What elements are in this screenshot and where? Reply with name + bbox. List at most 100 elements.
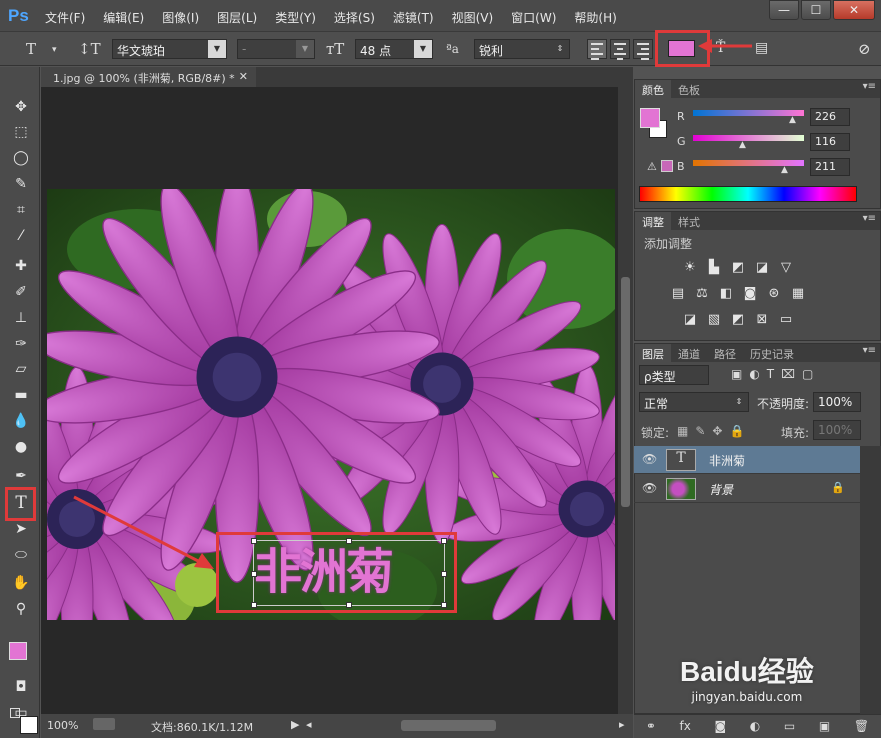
lock-icons[interactable]: ▦✎✥🔒: [677, 424, 751, 438]
font-family-select[interactable]: 华文琥珀 ▼: [112, 39, 227, 59]
curves-icon[interactable]: ◩: [729, 260, 747, 276]
layer-name[interactable]: 背景: [709, 481, 733, 498]
eyedropper-tool-icon[interactable]: ⁄: [10, 226, 32, 246]
tab-adjustments[interactable]: 调整: [635, 212, 671, 230]
status-menu-icon[interactable]: ▶: [291, 718, 299, 731]
preset-dropdown-icon[interactable]: ▾: [52, 45, 57, 55]
layers-scrollbar[interactable]: [860, 446, 881, 714]
hand-tool-icon[interactable]: ✋: [10, 573, 32, 593]
selective-color-icon[interactable]: ⊠: [753, 312, 771, 328]
ellipse-tool-icon[interactable]: ⬭: [10, 545, 32, 565]
move-tool-icon[interactable]: ✥: [10, 97, 32, 117]
layer-style-icon[interactable]: fx: [680, 719, 691, 738]
levels-icon[interactable]: ▙: [705, 260, 723, 276]
layer-filter-select[interactable]: ρ类型: [639, 365, 709, 385]
marquee-tool-icon[interactable]: ⬚: [10, 122, 32, 142]
threshold-icon[interactable]: ◩: [729, 312, 747, 328]
zoom-tool-icon[interactable]: ⚲: [10, 599, 32, 619]
quick-mask-icon[interactable]: ◘: [10, 677, 32, 697]
scroll-left-icon[interactable]: ◂: [306, 718, 312, 731]
panel-menu-icon[interactable]: ▾≡: [863, 81, 876, 92]
tab-channels[interactable]: 通道: [671, 344, 707, 362]
black-white-icon[interactable]: ◧: [717, 286, 735, 302]
gradient-map-icon[interactable]: ▭: [777, 312, 795, 328]
layer-row-background[interactable]: 👁 背景 🔒: [634, 475, 860, 503]
tab-layers[interactable]: 图层: [635, 344, 671, 362]
tab-paths[interactable]: 路径: [707, 344, 743, 362]
menu-layer[interactable]: 图层(L): [217, 9, 257, 26]
horizontal-scroll-thumb[interactable]: [401, 720, 496, 731]
color-balance-icon[interactable]: ⚖: [693, 286, 711, 302]
g-slider-thumb[interactable]: ▲: [739, 140, 746, 150]
b-value-field[interactable]: 211: [810, 158, 850, 176]
menu-window[interactable]: 窗口(W): [511, 9, 556, 26]
layer-row-text[interactable]: 👁 T 非洲菊: [634, 446, 860, 474]
vibrance-icon[interactable]: ▽: [777, 260, 795, 276]
history-brush-tool-icon[interactable]: ✑: [10, 334, 32, 354]
menu-view[interactable]: 视图(V): [452, 9, 494, 26]
photo-filter-icon[interactable]: ◙: [741, 286, 759, 302]
fill-field[interactable]: 100%: [813, 420, 861, 440]
color-fg-swatch[interactable]: [640, 108, 660, 128]
channel-mixer-icon[interactable]: ⊛: [765, 286, 783, 302]
panel-menu-icon[interactable]: ▾≡: [863, 345, 876, 356]
panel-menu-icon[interactable]: ▾≡: [863, 213, 876, 224]
g-value-field[interactable]: 116: [810, 133, 850, 151]
adjustment-layer-icon[interactable]: ◐: [750, 719, 760, 738]
brush-tool-icon[interactable]: ✐: [10, 282, 32, 302]
maximize-button[interactable]: ☐: [801, 0, 831, 20]
eye-icon[interactable]: 👁: [642, 452, 657, 466]
align-right-button[interactable]: [633, 39, 653, 60]
tab-styles[interactable]: 样式: [671, 212, 707, 230]
gamut-swatch[interactable]: [661, 160, 673, 172]
vertical-scrollbar[interactable]: [618, 87, 633, 714]
tab-swatches[interactable]: 色板: [671, 80, 707, 98]
new-layer-icon[interactable]: ▣: [819, 719, 830, 738]
dodge-tool-icon[interactable]: ●: [10, 437, 32, 457]
menu-edit[interactable]: 编辑(E): [103, 9, 144, 26]
add-mask-icon[interactable]: ◙: [714, 719, 726, 738]
b-slider-thumb[interactable]: ▲: [781, 165, 788, 175]
r-slider-thumb[interactable]: ▲: [789, 115, 796, 125]
layer-name[interactable]: 非洲菊: [709, 452, 745, 469]
brightness-icon[interactable]: ☀: [681, 260, 699, 276]
font-style-select[interactable]: - ▼: [237, 39, 315, 59]
screen-mode-icon[interactable]: ▭: [10, 703, 32, 723]
tab-history[interactable]: 历史记录: [743, 344, 801, 362]
link-layers-icon[interactable]: ⚭: [646, 719, 656, 738]
tab-color[interactable]: 颜色: [635, 80, 671, 98]
g-slider[interactable]: [693, 135, 804, 141]
zoom-level[interactable]: 100%: [47, 719, 78, 732]
invert-icon[interactable]: ◪: [681, 312, 699, 328]
font-size-select[interactable]: 48 点 ▼: [355, 39, 433, 59]
quick-select-tool-icon[interactable]: ✎: [10, 174, 32, 194]
align-left-button[interactable]: [587, 39, 607, 60]
text-tool-preset-icon[interactable]: T: [26, 40, 36, 58]
menu-type[interactable]: 类型(Y): [275, 9, 316, 26]
menu-file[interactable]: 文件(F): [45, 9, 85, 26]
document-tab[interactable]: 1.jpg @ 100% (非洲菊, RGB/8#) * ✕: [41, 67, 256, 87]
exposure-icon[interactable]: ◪: [753, 260, 771, 276]
hue-saturation-icon[interactable]: ▤: [669, 286, 687, 302]
stamp-tool-icon[interactable]: ⊥: [10, 308, 32, 328]
antialias-select[interactable]: 锐利 ⇕: [474, 39, 570, 59]
close-button[interactable]: ✕: [833, 0, 875, 20]
menu-filter[interactable]: 滤镜(T): [393, 9, 434, 26]
gradient-tool-icon[interactable]: ▬: [10, 385, 32, 405]
r-value-field[interactable]: 226: [810, 108, 850, 126]
healing-brush-tool-icon[interactable]: ✚: [10, 256, 32, 276]
minimize-button[interactable]: —: [769, 0, 799, 20]
close-tab-icon[interactable]: ✕: [239, 70, 248, 83]
new-group-icon[interactable]: ▭: [784, 719, 795, 738]
menu-select[interactable]: 选择(S): [334, 9, 375, 26]
text-orientation-icon[interactable]: ↕T: [78, 40, 101, 58]
crop-tool-icon[interactable]: ⌗: [10, 200, 32, 220]
blend-mode-select[interactable]: 正常 ⇕: [639, 392, 749, 412]
cancel-icon[interactable]: ⊘: [858, 40, 871, 58]
posterize-icon[interactable]: ▧: [705, 312, 723, 328]
menu-help[interactable]: 帮助(H): [574, 9, 616, 26]
scroll-right-icon[interactable]: ▸: [619, 718, 625, 731]
opacity-field[interactable]: 100%: [813, 392, 861, 412]
gamut-warning-icon[interactable]: ⚠: [647, 160, 657, 173]
blur-tool-icon[interactable]: 💧: [10, 411, 32, 431]
